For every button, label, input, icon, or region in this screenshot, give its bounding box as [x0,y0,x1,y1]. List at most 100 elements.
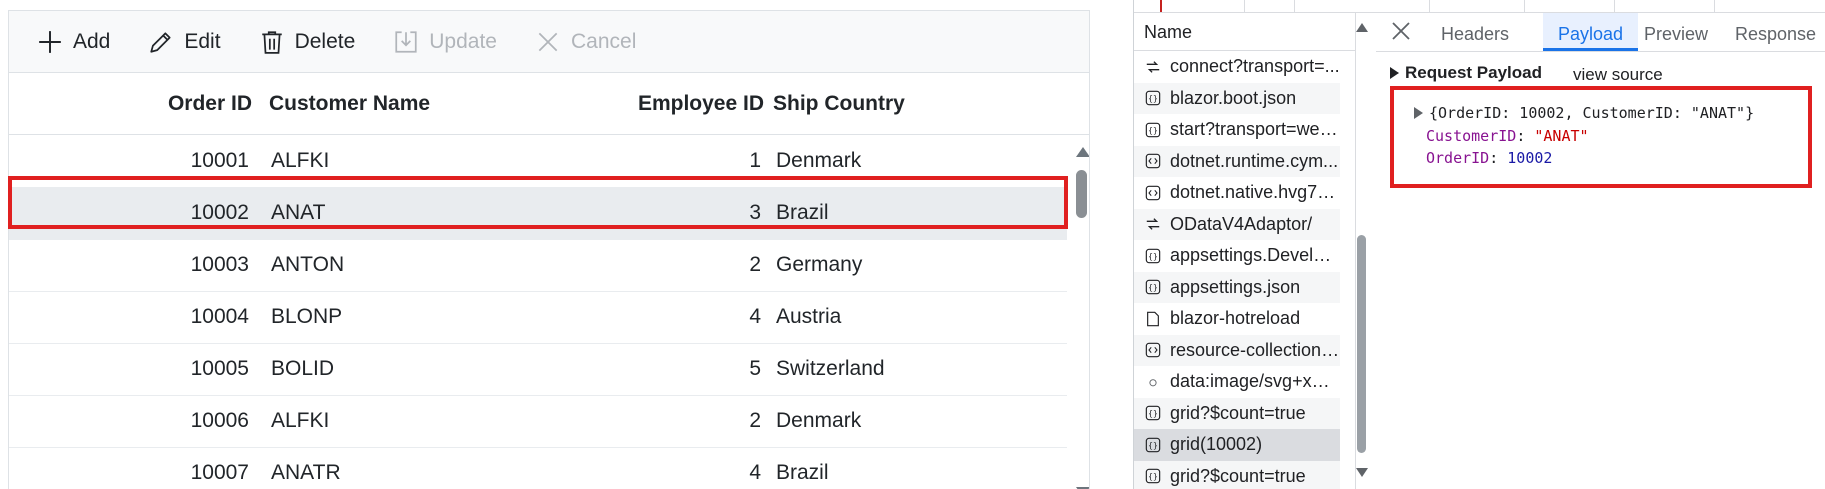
tab-headers[interactable]: Headers [1441,13,1509,51]
expand-triangle-icon [1414,107,1423,119]
cancel-button[interactable]: Cancel [535,29,636,55]
request-name: dotnet.native.hvg7u... [1170,182,1340,202]
expand-triangle-icon [1390,67,1399,79]
payload-field-orderid: OrderID: 10002 [1426,149,1553,167]
scroll-thumb[interactable] [1357,235,1366,453]
document-icon [1144,310,1162,328]
request-item[interactable]: {} appsettings.json [1134,271,1340,303]
timeline-tick [1524,0,1525,12]
scroll-up-arrow-icon[interactable] [1356,23,1368,32]
tab-response[interactable]: Response [1735,13,1816,51]
request-name: appsettings.Develop... [1170,245,1340,265]
payload-field-customerid: CustomerID: "ANAT" [1426,127,1589,145]
request-item[interactable]: {} appsettings.Develop... [1134,240,1340,272]
cancel-label: Cancel [570,29,637,53]
customer-cell: BLONP [271,305,343,328]
svg-text:{}: {} [1148,441,1158,450]
websocket-icon [1144,215,1162,233]
request-payload-toggle[interactable]: Request Payload [1390,63,1542,83]
add-button[interactable]: Add [37,29,110,55]
request-item[interactable]: {} start?transport=web... [1134,114,1340,146]
table-row[interactable]: 10006 ALFKI 2 Denmark [9,395,1067,448]
request-name: connect?transport=... [1170,56,1340,76]
request-name: grid?$count=true [1170,402,1306,423]
table-row[interactable]: 10004 BLONP 4 Austria [9,291,1067,344]
update-button[interactable]: Update [393,29,497,55]
request-item[interactable]: dotnet.native.hvg7u... [1134,177,1340,209]
order-id-cell: 10001 [190,149,249,172]
header-order-id[interactable]: Order ID [9,73,252,134]
script-icon [1144,341,1162,359]
request-item[interactable]: data:image/svg+xml... [1134,366,1340,398]
country-cell: Brazil [776,461,829,484]
table-row-selected[interactable]: 10002 ANAT 3 Brazil [9,187,1067,240]
view-source-link[interactable]: view source [1573,65,1663,85]
script-icon [1144,184,1162,202]
employee-cell: 3 [749,201,761,224]
header-employee-id[interactable]: Employee ID [549,73,764,134]
request-item[interactable]: resource-collection.... [1134,334,1340,366]
name-column-header[interactable]: Name [1134,13,1355,51]
request-name: start?transport=web... [1170,119,1340,139]
request-item[interactable]: {} grid(10002) [1134,429,1340,461]
country-cell: Austria [776,305,842,328]
request-item[interactable]: {} blazor.boot.json [1134,82,1340,114]
scroll-up-arrow-icon[interactable] [1076,147,1089,157]
employee-cell: 4 [749,305,761,328]
edit-button[interactable]: Edit [148,29,221,55]
table-row[interactable]: 10003 ANTON 2 Germany [9,239,1067,292]
svg-text:{}: {} [1148,283,1158,292]
request-list-scrollbar[interactable] [1354,13,1370,489]
employee-cell: 1 [749,149,761,172]
pencil-icon [150,31,171,53]
request-item[interactable]: connect?transport=... [1134,51,1340,83]
table-row[interactable]: 10001 ALFKI 1 Denmark [9,135,1067,188]
table-row[interactable]: 10007 ANATR 4 Brazil [9,447,1067,489]
customer-cell: ALFKI [271,409,330,432]
country-cell: Denmark [776,149,862,172]
order-id-cell: 10003 [190,253,249,276]
request-item[interactable]: ODataV4Adaptor/ [1134,208,1340,240]
request-item[interactable]: {} grid?$count=true [1134,397,1340,429]
request-name: data:image/svg+xml... [1170,371,1340,391]
order-id-cell: 10007 [190,461,249,484]
order-id-cell: 10006 [190,409,249,432]
websocket-icon [1144,58,1162,76]
customer-cell: ANTON [271,253,345,276]
image-icon [1144,373,1162,391]
employee-cell: 4 [749,461,761,484]
timeline-tick [1714,0,1715,12]
delete-button[interactable]: Delete [259,29,355,55]
table-row[interactable]: 10005 BOLID 5 Switzerland [9,343,1067,396]
scroll-down-arrow-icon[interactable] [1356,468,1368,477]
request-name: blazor-hotreload [1170,308,1301,328]
payload-highlight-box: {OrderID: 10002, CustomerID: "ANAT"} Cus… [1390,86,1812,188]
order-id-cell: 10002 [190,201,249,224]
detail-tabs: Headers Payload Preview Response [1376,13,1825,52]
json-icon: {} [1144,89,1162,107]
order-id-cell: 10004 [190,305,249,328]
script-icon [1144,152,1162,170]
header-ship-country[interactable]: Ship Country [773,73,905,134]
json-icon: {} [1144,467,1162,485]
country-cell: Switzerland [776,357,885,380]
close-icon[interactable] [1390,20,1412,42]
header-customer-name[interactable]: Customer Name [269,73,430,134]
update-label: Update [429,29,497,53]
scroll-thumb[interactable] [1076,170,1087,218]
request-name: ODataV4Adaptor/ [1170,213,1313,234]
request-item[interactable]: blazor-hotreload [1134,303,1340,335]
tab-payload[interactable]: Payload [1543,13,1639,51]
json-icon: {} [1144,436,1162,454]
tab-preview[interactable]: Preview [1644,13,1708,51]
customer-cell: ANATR [271,461,341,484]
payload-object-toggle[interactable]: {OrderID: 10002, CustomerID: "ANAT"} [1414,104,1754,122]
request-item[interactable]: {} grid?$count=true [1134,460,1340,489]
svg-text:{}: {} [1148,409,1158,418]
svg-text:{}: {} [1148,252,1158,261]
country-cell: Germany [776,253,863,276]
grid-header-row: Order ID Customer Name Employee ID Ship … [9,73,1089,135]
request-list: Name connect?transport=... {} blazor.boot.… [1134,13,1356,489]
request-item[interactable]: dotnet.runtime.cym... [1134,145,1340,177]
grid-scrollbar[interactable] [1073,135,1089,489]
